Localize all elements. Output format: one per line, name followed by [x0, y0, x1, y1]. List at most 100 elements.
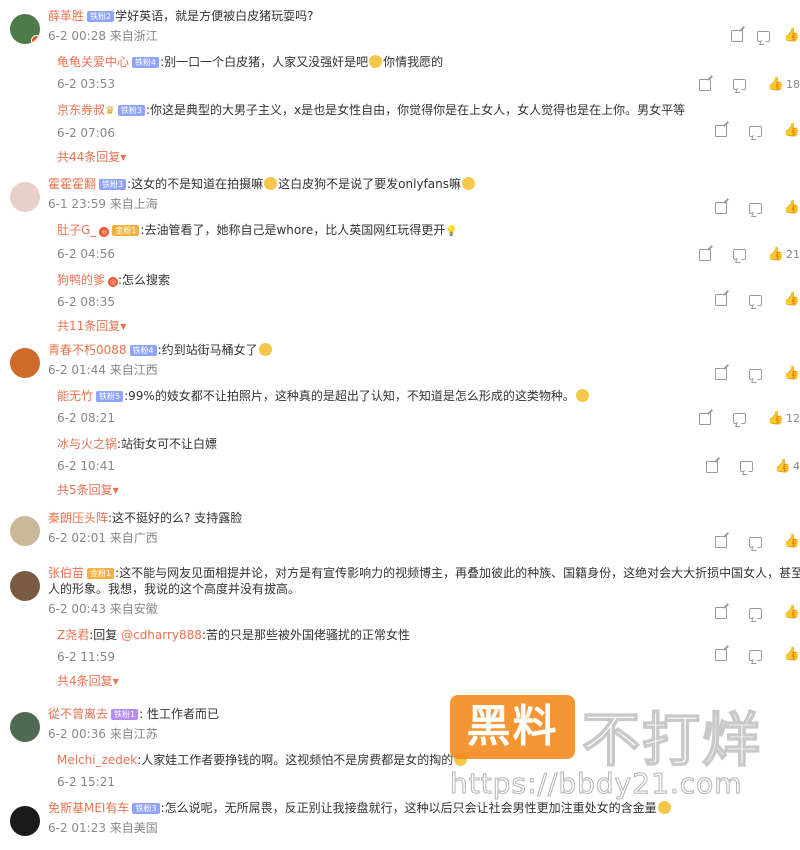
comment-text-cont: 这白皮狗不是说了要发onlyfans嘛 — [278, 177, 461, 191]
username[interactable]: 薛革胜 — [48, 9, 84, 23]
reply-meta: 6-2 07:06 — [57, 126, 115, 140]
emoji-icon — [258, 343, 272, 356]
reply-item: 冰与火之锅:站街女可不让白嫖 6-2 10:41 👍 4 — [0, 436, 800, 474]
share-icon[interactable] — [714, 536, 727, 548]
reply-username[interactable]: 狗鸭的爹 — [57, 273, 105, 287]
comment-icon[interactable] — [748, 649, 762, 661]
comment-icon[interactable] — [748, 294, 762, 306]
chevron-down-icon: ▼ — [112, 486, 119, 495]
more-replies-link[interactable]: 共5条回复▼ — [0, 482, 800, 499]
reply-text: :去油管看了，她称自己是whore，比人英国网红玩得更开 — [140, 223, 446, 237]
fan-level-badge: 铁粉3 — [132, 803, 160, 814]
like-icon[interactable]: 👍 — [784, 293, 800, 306]
like-icon[interactable]: 👍 — [784, 535, 800, 548]
comment-thread: 免斯基MEI有车 铁粉3:怎么说呢，无所屌畏，反正别让我接盘就行，这种以后只会让社… — [0, 800, 800, 836]
username[interactable]: 青春不朽0088 — [48, 343, 127, 357]
chevron-down-icon: ▼ — [120, 322, 127, 331]
reply-item: 肚子G_ ◎ 金粉1:去油管看了，她称自己是whore，比人英国网红玩得更开💡 6-… — [0, 222, 800, 262]
like-icon[interactable]: 👍 — [784, 201, 800, 214]
comment-icon[interactable] — [756, 30, 770, 42]
fan-level-badge: 铁粉4 — [129, 345, 157, 356]
comment-icon[interactable] — [732, 249, 746, 260]
comment-text: :这女的不是知道在拍摄嘛 — [127, 177, 264, 191]
reply-item: 狗鸭的爹 ◎:怎么搜索 6-2 08:35 👍 — [0, 272, 800, 310]
reply-item: 京东券叔♛ 铁粉3:你这是典型的大男子主义，x是也是女性自由，你觉得你是在上女人，… — [0, 102, 800, 141]
share-icon[interactable] — [698, 412, 711, 425]
like-icon[interactable]: 👍 — [775, 460, 791, 473]
comment-thread: 青春不朽0088 铁粉4:约到站街马桶女了 6-2 01:44 来自江西 👍 能无… — [0, 342, 800, 499]
reply-text-cont: 你情我愿的 — [383, 55, 444, 69]
reply-username[interactable]: Z尧君 — [57, 628, 89, 642]
comment-icon[interactable] — [739, 461, 753, 472]
comment-text: :这不挺好的么? 支持露脸 — [108, 511, 243, 525]
reply-username[interactable]: 龟龟关爱中心 — [57, 55, 129, 69]
like-icon[interactable]: 👍 — [768, 248, 784, 261]
like-icon[interactable]: 👍 — [768, 78, 784, 91]
reply-username[interactable]: 京东券叔 — [57, 103, 105, 117]
comment-meta: 6-2 00:36 来自江苏 — [48, 727, 158, 741]
share-icon[interactable] — [714, 607, 727, 619]
like-icon[interactable]: 👍 — [784, 124, 800, 137]
emoji-icon — [575, 389, 589, 402]
username[interactable]: 秦朗压头阵 — [48, 511, 108, 525]
comment-icon[interactable] — [732, 413, 746, 424]
reply-username[interactable]: Melchi_zedek — [57, 753, 137, 767]
like-count: 18 — [786, 78, 800, 91]
more-replies-link[interactable]: 共44条回复▼ — [0, 149, 800, 166]
reply-username[interactable]: 冰与火之锅 — [57, 437, 117, 451]
share-icon[interactable] — [714, 125, 727, 137]
share-icon[interactable] — [698, 248, 711, 261]
comment-text: :这不能与网友见面相提并论，对方是有宣传影响力的视频博主，再叠加彼此的种族、国籍… — [115, 566, 800, 580]
comment-text: 学好英语，就是方便被白皮猪玩耍吗? — [115, 9, 314, 23]
like-icon[interactable]: 👍 — [784, 367, 800, 380]
share-icon[interactable] — [698, 78, 711, 91]
reply-meta: 6-2 11:59 — [57, 650, 115, 664]
reply-meta: 6-2 03:53 — [57, 77, 115, 91]
username[interactable]: 霍霍霍翻 — [48, 177, 96, 191]
comment-icon[interactable] — [748, 536, 762, 548]
chevron-down-icon: ▼ — [112, 677, 119, 686]
share-icon[interactable] — [705, 460, 718, 473]
comment-icon[interactable] — [748, 125, 762, 137]
comment-meta: 6-2 02:01 来自广西 — [48, 531, 158, 545]
like-icon[interactable]: 👍 — [784, 648, 800, 661]
comment-text-line2: 人的形象。我想，我说的这个高度并没有拔高。 — [48, 582, 301, 596]
reply-meta: 6-2 08:35 — [57, 295, 115, 309]
reply-meta: 6-2 04:56 — [57, 247, 115, 261]
more-replies-link[interactable]: 共4条回复▼ — [0, 673, 800, 690]
like-count: 12 — [786, 412, 800, 425]
watermark-logo: 黑料 — [450, 695, 575, 759]
comment-meta: 6-2 01:23 来自美国 — [48, 821, 158, 835]
reply-username[interactable]: 能无竹 — [57, 389, 93, 403]
like-icon[interactable]: 👍 — [768, 412, 784, 425]
reply-item: 能无竹 铁粉5:99%的妓女都不让拍照片，这种真的是超出了认知，不知道是怎么形成的… — [0, 388, 800, 426]
like-icon[interactable]: 👍 — [784, 606, 800, 619]
username[interactable]: 從不曾离去 — [48, 707, 108, 721]
share-icon[interactable] — [730, 30, 743, 42]
mention-link[interactable]: @cdharry888 — [121, 628, 202, 642]
emoji-icon — [264, 177, 278, 190]
comment-meta: 6-1 23:59 来自上海 — [48, 197, 158, 211]
more-replies-link[interactable]: 共11条回复▼ — [0, 318, 800, 335]
reply-username[interactable]: 肚子G_ — [57, 223, 96, 237]
share-icon[interactable] — [714, 294, 727, 306]
reply-item: 龟龟关爱中心 铁粉4:别一口一个白皮猪，人家又没强奸是吧 你情我愿的 6-2 03:… — [0, 54, 800, 92]
username[interactable]: 免斯基MEI有车 — [48, 801, 129, 815]
share-icon[interactable] — [714, 368, 727, 380]
fan-level-badge: 金粉1 — [87, 568, 115, 579]
fan-level-badge: 铁粉4 — [132, 57, 160, 68]
comment-meta: 6-2 00:28 来自浙江 👍 — [48, 28, 800, 43]
comment-icon[interactable] — [732, 79, 746, 90]
chevron-down-icon: ▼ — [120, 153, 127, 162]
comment-icon[interactable] — [748, 368, 762, 380]
comment-thread: 霍霍霍翻 铁粉3:这女的不是知道在拍摄嘛 这白皮狗不是说了要发onlyfans嘛 6… — [0, 176, 800, 335]
like-icon[interactable]: 👍 — [784, 29, 800, 42]
comment-text: :约到站街马桶女了 — [157, 343, 258, 357]
username[interactable]: 张伯苗 — [48, 566, 84, 580]
comment-icon[interactable] — [748, 607, 762, 619]
reply-text: :人家娃工作者要挣钱的啊。这视频怕不是房费都是女的掏的 — [137, 753, 454, 767]
comment-icon[interactable] — [748, 202, 762, 214]
share-icon[interactable] — [714, 649, 727, 661]
like-count: 21 — [786, 248, 800, 261]
share-icon[interactable] — [714, 202, 727, 214]
